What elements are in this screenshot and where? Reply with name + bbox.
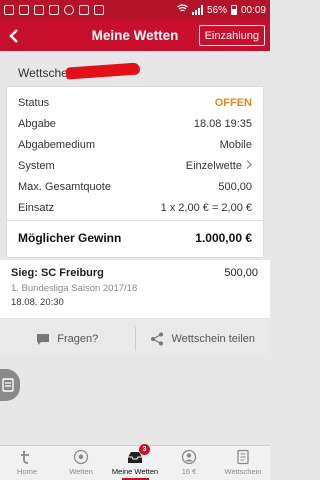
action-bar: Fragen? Wettschein teilen — [0, 319, 270, 358]
bet-league: 1. Bundesliga Saison 2017/18 — [11, 283, 138, 294]
gallery-icon — [49, 5, 59, 15]
battery-percent: 56% — [206, 4, 227, 16]
nav-wetten[interactable]: Wetten — [54, 446, 108, 480]
notification-badge: 3 — [139, 444, 150, 455]
row-value: 500,00 — [218, 180, 252, 193]
status-bar: 56% 00:09 — [0, 0, 270, 20]
bet-date: 18.08. 20:30 — [11, 297, 64, 308]
ticket-icon — [2, 378, 14, 392]
row-gesamtquote: Max. Gesamtquote 500,00 — [18, 176, 252, 197]
possible-gain: Möglicher Gewinn 1.000,00 € — [18, 223, 252, 253]
nav-label: Wetten — [69, 467, 93, 476]
chevron-left-icon — [9, 28, 18, 43]
chat-icon — [37, 333, 50, 345]
system-value-wrap: Einzelwette — [186, 160, 252, 172]
app-bar: Meine Wetten Einzahlung — [0, 20, 270, 51]
betslip-icon — [237, 449, 249, 465]
bet-odds: 500,00 — [224, 267, 258, 279]
nav-label: Home — [16, 467, 37, 476]
football-icon — [73, 449, 89, 465]
bottom-nav: Home Wetten 3 Meine Wetten 16 € Wettsche… — [0, 444, 270, 480]
signal-icon — [191, 5, 203, 15]
gain-label: Möglicher Gewinn — [18, 231, 122, 245]
row-value: Mobile — [219, 138, 252, 151]
tipico-logo-icon — [21, 451, 29, 464]
row-einsatz: Einsatz 1 x 2,00 € = 2,00 € — [18, 197, 252, 218]
share-button[interactable]: Wettschein teilen — [136, 319, 271, 358]
mail-icon — [34, 5, 44, 15]
row-status: Status OFFEN — [18, 92, 252, 113]
nav-label: Meine Wetten — [111, 467, 159, 476]
nav-label: Wettschein — [224, 467, 262, 476]
battery-icon — [230, 5, 237, 15]
gain-value: 1.000,00 € — [195, 231, 252, 245]
back-button[interactable] — [0, 20, 28, 51]
row-label: Abgabe — [18, 117, 56, 130]
row-label: Max. Gesamtquote — [18, 180, 111, 193]
ticket-card: Status OFFEN Abgabe 18.08 19:35 Abgabeme… — [7, 87, 263, 257]
row-value: 1 x 2,00 € = 2,00 € — [160, 201, 252, 214]
share-icon — [151, 332, 164, 345]
notification-icon — [4, 5, 14, 15]
photo-icon — [19, 5, 29, 15]
clock: 00:09 — [240, 4, 266, 16]
nav-label: 16 € — [181, 467, 197, 476]
divider — [7, 220, 263, 221]
wifi-icon — [177, 4, 188, 16]
row-label: Einsatz — [18, 201, 55, 214]
floating-handle[interactable] — [0, 369, 20, 401]
einzahlung-button[interactable]: Einzahlung — [198, 25, 265, 46]
row-value: Einzelwette — [185, 159, 242, 172]
fragen-button[interactable]: Fragen? — [0, 319, 135, 358]
row-label: Status — [18, 96, 50, 109]
row-system[interactable]: System Einzelwette — [18, 155, 252, 176]
status-value: OFFEN — [214, 96, 252, 109]
row-abgabemedium: Abgabemedium Mobile — [18, 134, 252, 155]
row-abgabe: Abgabe 18.08 19:35 — [18, 113, 252, 134]
bet-team: Sieg: SC Freiburg — [11, 267, 104, 279]
ball-icon — [64, 5, 74, 15]
chevron-right-icon — [246, 159, 252, 172]
row-label: System — [18, 159, 55, 172]
nav-account[interactable]: 16 € — [162, 446, 216, 480]
row-value: 18.08 19:35 — [193, 117, 252, 130]
user-icon — [181, 449, 197, 465]
app-icon — [79, 5, 89, 15]
nav-home[interactable]: Home — [0, 446, 54, 480]
notification-icons — [4, 5, 104, 15]
bet-selection[interactable]: Sieg: SC Freiburg 500,00 1. Bundesliga S… — [0, 260, 270, 318]
redaction-mark — [65, 62, 141, 80]
share-label: Wettschein teilen — [171, 332, 256, 345]
row-label: Abgabemedium — [18, 138, 96, 151]
parking-icon — [94, 5, 104, 15]
fragen-label: Fragen? — [57, 332, 99, 345]
nav-wettschein[interactable]: Wettschein — [216, 446, 270, 480]
nav-meine-wetten[interactable]: 3 Meine Wetten — [108, 444, 162, 480]
